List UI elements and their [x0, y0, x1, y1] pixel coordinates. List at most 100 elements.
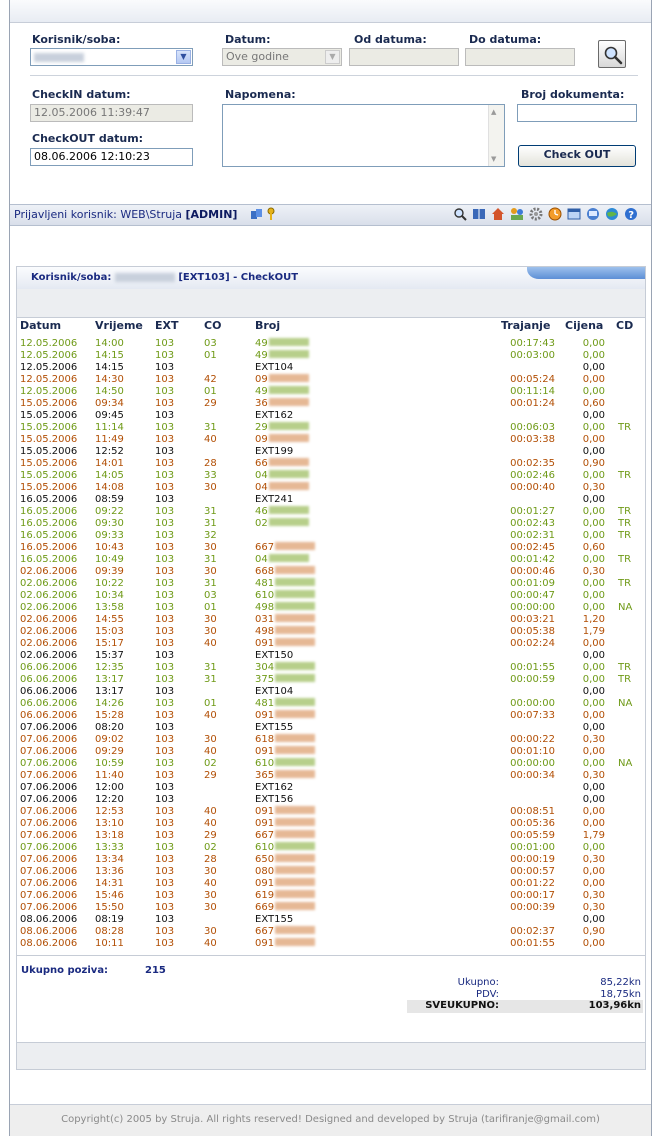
chevron-down-icon[interactable]: ▼	[325, 50, 340, 64]
table-row[interactable]: 06.06.2006 15:28 103 40 091 00:07:33 0,00	[17, 710, 645, 722]
computer-icon[interactable]	[586, 207, 600, 221]
masked-number	[275, 662, 316, 670]
cell-price: 0,00	[582, 782, 605, 793]
table-row[interactable]: 07.06.2006 12:00 103 EXT162 0,00	[17, 782, 645, 794]
table-row[interactable]: 08.06.2006 08:28 103 30 667 00:02:37 0,90	[17, 926, 645, 938]
table-row[interactable]: 07.06.2006 13:33 103 02 610 00:01:00 0,00	[17, 842, 645, 854]
cell-date: 02.06.2006	[20, 650, 78, 661]
cell-price: 1,79	[582, 830, 605, 841]
search-icon	[604, 46, 623, 65]
table-row[interactable]: 15.05.2006 09:34 103 29 36 00:01:24 0,60	[17, 398, 645, 410]
panel-title-user	[114, 272, 175, 282]
table-row[interactable]: 07.06.2006 09:29 103 40 091 00:01:10 0,00	[17, 746, 645, 758]
table-row[interactable]: 16.05.2006 10:43 103 30 667 00:02:45 0,60	[17, 542, 645, 554]
table-row[interactable]: 15.05.2006 09:45 103 EXT162 0,00	[17, 410, 645, 422]
cell-date: 08.06.2006	[20, 926, 78, 937]
table-row[interactable]: 08.06.2006 08:19 103 EXT155 0,00	[17, 914, 645, 926]
checkout-button[interactable]: Check OUT	[518, 145, 636, 167]
table-row[interactable]: 16.05.2006 08:59 103 EXT241 0,00	[17, 494, 645, 506]
col-header-co[interactable]: CO	[204, 319, 221, 332]
document-number-input[interactable]	[517, 104, 637, 122]
table-row[interactable]: 06.06.2006 13:17 103 31 375 00:00:59 0,00 TR	[17, 674, 645, 686]
table-row[interactable]: 15.05.2006 14:08 103 30 04 00:00:40 0,30	[17, 482, 645, 494]
key-icon[interactable]	[264, 207, 278, 221]
table-row[interactable]: 07.06.2006 13:34 103 28 650 00:00:19 0,30	[17, 854, 645, 866]
table-row[interactable]: 02.06.2006 15:03 103 30 498 00:05:38 1,79	[17, 626, 645, 638]
note-scrollbar[interactable]: ▲ ▼	[488, 105, 504, 166]
col-header-date[interactable]: Datum	[20, 319, 61, 332]
table-row[interactable]: 12.05.2006 14:30 103 42 09 00:05:24 0,00	[17, 374, 645, 386]
table-row[interactable]: 16.05.2006 10:49 103 31 04 00:01:42 0,00 TR	[17, 554, 645, 566]
checkout-input[interactable]: 08.06.2006 12:10:23	[30, 148, 193, 166]
search-button[interactable]	[598, 40, 626, 68]
clock-icon[interactable]	[548, 207, 562, 221]
user-room-select[interactable]: ▼	[30, 48, 193, 66]
col-header-duration[interactable]: Trajanje	[501, 319, 550, 332]
table-row[interactable]: 07.06.2006 15:50 103 30 669 00:00:39 0,30	[17, 902, 645, 914]
col-header-cd[interactable]: CD	[616, 319, 633, 332]
cell-time: 09:22	[95, 506, 124, 517]
table-row[interactable]: 02.06.2006 10:34 103 03 610 00:00:47 0,00	[17, 590, 645, 602]
cell-ext: 103	[155, 662, 175, 673]
table-row[interactable]: 15.05.2006 12:52 103 EXT199 0,00	[17, 446, 645, 458]
table-row[interactable]: 07.06.2006 11:40 103 29 365 00:00:34 0,30	[17, 770, 645, 782]
table-row[interactable]: 07.06.2006 12:20 103 EXT156 0,00	[17, 794, 645, 806]
table-row[interactable]: 16.05.2006 09:30 103 31 02 00:02:43 0,00 TR	[17, 518, 645, 530]
col-header-time[interactable]: Vrijeme	[95, 319, 143, 332]
table-row[interactable]: 12.05.2006 14:00 103 03 49 00:17:43 0,00	[17, 338, 645, 350]
cell-co: 30	[204, 890, 217, 901]
table-row[interactable]: 12.05.2006 14:15 103 EXT104 0,00	[17, 362, 645, 374]
table-row[interactable]: 15.05.2006 11:14 103 31 29 00:06:03 0,00 TR	[17, 422, 645, 434]
table-row[interactable]: 07.06.2006 09:02 103 30 618 00:00:22 0,30	[17, 734, 645, 746]
note-textarea[interactable]: ▲ ▼	[222, 104, 505, 167]
table-row[interactable]: 02.06.2006 14:55 103 30 031 00:03:21 1,20	[17, 614, 645, 626]
table-row[interactable]: 16.05.2006 09:33 103 32 00:02:31 0,00 TR	[17, 530, 645, 542]
window-icon[interactable]	[567, 207, 581, 221]
table-row[interactable]: 06.06.2006 12:35 103 31 304 00:01:55 0,00 TR	[17, 662, 645, 674]
users-key-icon[interactable]	[250, 207, 264, 221]
chevron-down-icon[interactable]: ▼	[176, 50, 191, 64]
table-row[interactable]: 08.06.2006 10:11 103 40 091 00:01:55 0,00	[17, 938, 645, 950]
help-icon[interactable]: ?	[624, 207, 638, 221]
table-row[interactable]: 15.05.2006 14:01 103 28 66 00:02:35 0,90	[17, 458, 645, 470]
book-icon[interactable]	[472, 207, 486, 221]
people-icon[interactable]	[510, 207, 524, 221]
table-row[interactable]: 02.06.2006 13:58 103 01 498 00:00:00 0,00 NA	[17, 602, 645, 614]
home-icon[interactable]	[491, 207, 505, 221]
cell-cd: NA	[618, 758, 633, 769]
table-row[interactable]: 07.06.2006 13:18 103 29 667 00:05:59 1,79	[17, 830, 645, 842]
to-date-input[interactable]	[465, 48, 575, 66]
table-row[interactable]: 15.05.2006 14:05 103 33 04 00:02:46 0,00 TR	[17, 470, 645, 482]
table-row[interactable]: 16.05.2006 09:22 103 31 46 00:01:27 0,00 TR	[17, 506, 645, 518]
col-header-ext[interactable]: EXT	[155, 319, 179, 332]
cell-number: 031	[255, 614, 316, 626]
masked-number	[275, 566, 316, 574]
table-row[interactable]: 02.06.2006 09:39 103 30 668 00:00:46 0,30	[17, 566, 645, 578]
gear-icon[interactable]	[529, 207, 543, 221]
date-select[interactable]: Ove godine ▼	[222, 48, 342, 66]
table-row[interactable]: 02.06.2006 15:17 103 40 091 00:02:24 0,00	[17, 638, 645, 650]
search-icon[interactable]	[453, 207, 467, 221]
table-row[interactable]: 07.06.2006 14:31 103 40 091 00:01:22 0,00	[17, 878, 645, 890]
table-row[interactable]: 12.05.2006 14:50 103 01 49 00:11:14 0,00	[17, 386, 645, 398]
table-row[interactable]: 07.06.2006 12:53 103 40 091 00:08:51 0,00	[17, 806, 645, 818]
table-row[interactable]: 02.06.2006 10:22 103 31 481 00:01:09 0,00 TR	[17, 578, 645, 590]
table-row[interactable]: 07.06.2006 15:46 103 30 619 00:00:17 0,30	[17, 890, 645, 902]
table-row[interactable]: 02.06.2006 15:37 103 EXT150 0,00	[17, 650, 645, 662]
globe-icon[interactable]	[605, 207, 619, 221]
table-row[interactable]: 07.06.2006 13:36 103 30 080 00:00:57 0,00	[17, 866, 645, 878]
scroll-down-icon[interactable]: ▼	[491, 155, 496, 163]
cell-co: 29	[204, 830, 217, 841]
table-row[interactable]: 07.06.2006 08:20 103 EXT155 0,00	[17, 722, 645, 734]
table-row[interactable]: 06.06.2006 13:17 103 EXT104 0,00	[17, 686, 645, 698]
col-header-number[interactable]: Broj	[255, 319, 280, 332]
table-row[interactable]: 12.05.2006 14:15 103 01 49 00:03:00 0,00	[17, 350, 645, 362]
table-row[interactable]: 06.06.2006 14:26 103 01 481 00:00:00 0,00 NA	[17, 698, 645, 710]
table-row[interactable]: 15.05.2006 11:49 103 40 09 00:03:38 0,00	[17, 434, 645, 446]
table-row[interactable]: 07.06.2006 13:10 103 40 091 00:05:36 0,00	[17, 818, 645, 830]
checkin-input[interactable]: 12.05.2006 11:39:47	[30, 104, 193, 122]
table-row[interactable]: 07.06.2006 10:59 103 02 610 00:00:00 0,00 NA	[17, 758, 645, 770]
scroll-up-icon[interactable]: ▲	[491, 108, 496, 116]
from-date-input[interactable]	[349, 48, 459, 66]
col-header-price[interactable]: Cijena	[565, 319, 603, 332]
